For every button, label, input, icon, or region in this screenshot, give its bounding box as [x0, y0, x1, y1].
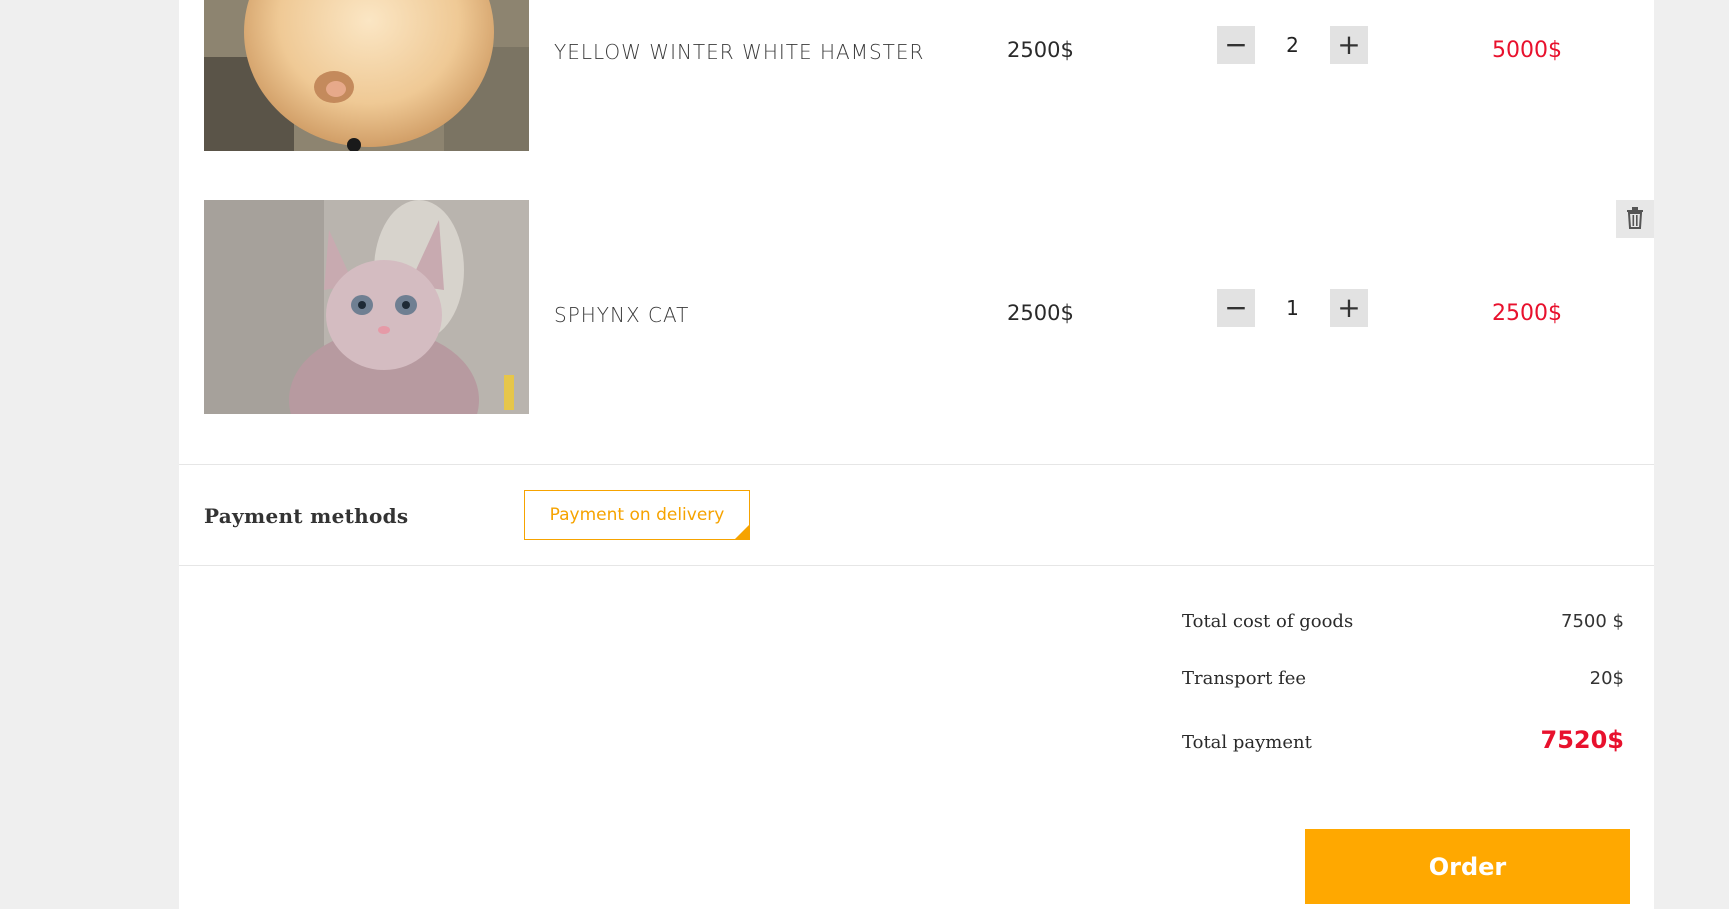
transport-fee-label: Transport fee — [1182, 668, 1307, 689]
section-divider — [179, 565, 1654, 566]
total-goods-label: Total cost of goods — [1182, 611, 1354, 632]
total-payment-label: Total payment — [1182, 732, 1312, 753]
decrease-quantity-button[interactable]: − — [1217, 289, 1255, 327]
product-subtotal: 5000$ — [1492, 38, 1562, 63]
sphynx-cat-image[interactable] — [204, 200, 529, 414]
quantity-value[interactable]: 2 — [1255, 33, 1330, 57]
cart-item: SPHYNX CAT 2500$ − 1 + 2500$ — [179, 200, 1654, 414]
payment-option-label: Payment on delivery — [549, 505, 725, 525]
quantity-value[interactable]: 1 — [1255, 296, 1330, 320]
delete-item-button[interactable] — [1616, 200, 1654, 238]
decrease-quantity-button[interactable]: − — [1217, 26, 1255, 64]
total-goods-value: 7500 $ — [1561, 611, 1624, 632]
hamster-image[interactable] — [204, 0, 529, 151]
product-name[interactable]: SPHYNX CAT — [554, 303, 689, 327]
trash-icon — [1626, 206, 1644, 232]
order-button[interactable]: Order — [1305, 829, 1630, 904]
cart-item: YELLOW WINTER WHITE HAMSTER 2500$ − 2 + … — [179, 0, 1654, 151]
increase-quantity-button[interactable]: + — [1330, 289, 1368, 327]
quantity-stepper: − 2 + — [1217, 26, 1368, 64]
cart-panel: YELLOW WINTER WHITE HAMSTER 2500$ − 2 + … — [179, 0, 1654, 909]
product-price: 2500$ — [1007, 38, 1074, 62]
product-price: 2500$ — [1007, 301, 1074, 325]
product-name[interactable]: YELLOW WINTER WHITE HAMSTER — [554, 40, 924, 64]
selected-corner-icon — [735, 525, 749, 539]
payment-methods-label: Payment methods — [204, 504, 409, 528]
total-payment-value: 7520$ — [1540, 726, 1625, 754]
quantity-stepper: − 1 + — [1217, 289, 1368, 327]
transport-fee-value: 20$ — [1589, 668, 1624, 689]
section-divider — [179, 464, 1654, 465]
payment-option-delivery[interactable]: Payment on delivery — [524, 490, 750, 540]
product-subtotal: 2500$ — [1492, 301, 1562, 326]
increase-quantity-button[interactable]: + — [1330, 26, 1368, 64]
